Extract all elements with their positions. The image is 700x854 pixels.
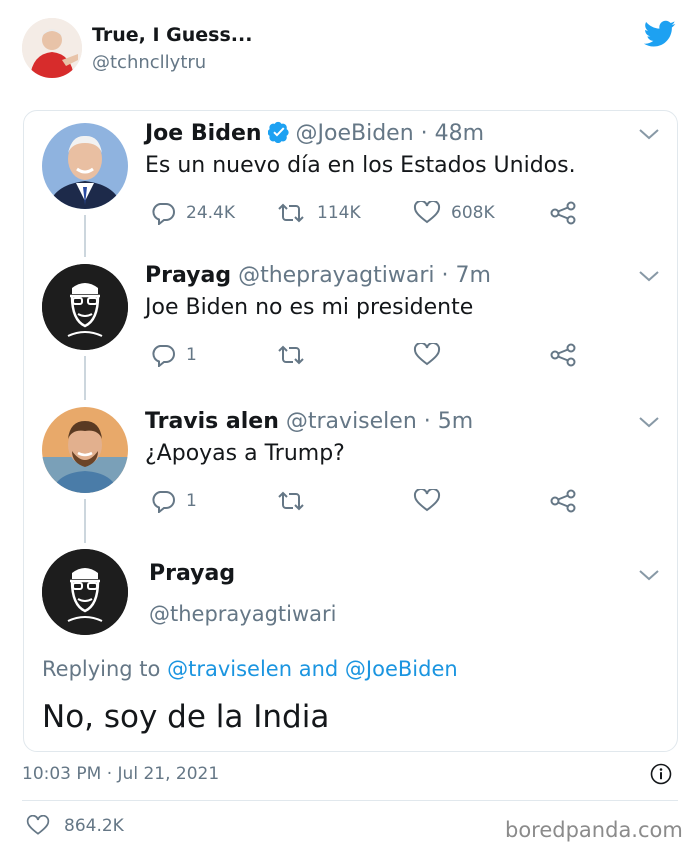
like-button[interactable]: 608K (413, 201, 495, 225)
reply-icon (152, 345, 175, 367)
share-button[interactable] (549, 201, 587, 225)
share-icon (550, 201, 576, 225)
divider (22, 800, 678, 801)
chevron-down-icon[interactable] (638, 568, 660, 582)
thread-connector (84, 356, 86, 400)
display-name[interactable]: Prayag (145, 263, 231, 288)
tweet-actions: 1 (145, 489, 585, 517)
verified-badge-icon (267, 121, 290, 149)
tweet-header: Joe Biden @JoeBiden · 48m (145, 121, 484, 149)
outer-avatar[interactable] (22, 18, 82, 78)
share-icon (550, 343, 576, 367)
heart-icon (413, 201, 441, 224)
info-icon[interactable] (650, 763, 672, 785)
reply-button[interactable]: 1 (150, 343, 197, 367)
retweet-button[interactable] (275, 343, 317, 367)
avatar[interactable] (42, 123, 128, 209)
tweet-actions: 24.4K 114K 608K (145, 201, 585, 229)
reply-button[interactable]: 1 (150, 489, 197, 513)
like-count: 864.2K (64, 816, 124, 836)
heart-icon (413, 343, 441, 366)
retweet-icon (278, 491, 304, 511)
retweet-icon (278, 345, 304, 365)
avatar[interactable] (42, 407, 128, 493)
reply-icon (152, 203, 175, 225)
reply-count: 1 (186, 491, 197, 511)
retweet-count: 114K (317, 203, 361, 223)
heart-icon (413, 489, 441, 512)
avatar[interactable] (42, 264, 128, 350)
replying-to: Replying to @traviselen and @JoeBiden (42, 657, 458, 681)
heart-icon (26, 815, 50, 835)
thread-tweet[interactable]: Joe Biden @JoeBiden · 48m Es un nuevo día… (24, 111, 677, 257)
share-button[interactable] (549, 489, 587, 513)
tweet-text: Es un nuevo día en los Estados Unidos. (145, 153, 576, 178)
chevron-down-icon[interactable] (638, 415, 660, 429)
like-button[interactable] (413, 489, 451, 513)
replying-prefix: Replying to (42, 657, 161, 681)
retweet-icon (278, 203, 304, 223)
display-name[interactable]: Joe Biden (145, 121, 262, 146)
retweet-button[interactable]: 114K (275, 201, 361, 225)
outer-display-name[interactable]: True, I Guess... (92, 24, 252, 46)
reply-count: 1 (186, 345, 197, 365)
chevron-down-icon[interactable] (638, 127, 660, 141)
thread-connector (84, 499, 86, 543)
reply-button[interactable]: 24.4K (150, 201, 235, 225)
outer-handle[interactable]: @tchncllytru (92, 52, 206, 73)
handle-and-time[interactable]: @theprayagtiwari · 7m (238, 263, 491, 288)
replying-and: and (298, 657, 339, 681)
retweet-button[interactable] (275, 489, 317, 513)
likes-button[interactable]: 864.2K (26, 815, 124, 837)
main-tweet-text: No, soy de la India (42, 699, 330, 735)
share-button[interactable] (549, 343, 587, 367)
tweet-header: Travis alen @traviselen · 5m (145, 409, 473, 434)
tweet-actions: 1 (145, 343, 585, 371)
twitter-bird-icon[interactable] (643, 20, 676, 48)
like-count: 608K (451, 203, 495, 223)
thread-tweet[interactable]: Travis alen @traviselen · 5m ¿Apoyas a T… (24, 396, 677, 543)
share-icon (550, 489, 576, 513)
main-tweet-handle[interactable]: @theprayagtiwari (149, 602, 337, 626)
watermark: boredpanda.com (505, 818, 683, 842)
mention-link[interactable]: @traviselen (167, 657, 292, 681)
mention-link[interactable]: @JoeBiden (345, 657, 458, 681)
tweet-text: Joe Biden no es mi presidente (145, 295, 474, 320)
main-tweet-display-name[interactable]: Prayag (149, 561, 235, 586)
reply-count: 24.4K (186, 203, 235, 223)
tweet-text: ¿Apoyas a Trump? (145, 441, 345, 466)
handle-and-time[interactable]: @traviselen · 5m (286, 409, 473, 434)
handle-and-time[interactable]: @JoeBiden · 48m (296, 121, 485, 146)
chevron-down-icon[interactable] (638, 269, 660, 283)
like-button[interactable] (413, 343, 451, 367)
tweet-timestamp[interactable]: 10:03 PM · Jul 21, 2021 (22, 764, 219, 784)
outer-tweet-header: True, I Guess... @tchncllytru (0, 0, 700, 100)
thread-tweet[interactable]: Prayag @theprayagtiwari · 7m Joe Biden n… (24, 251, 677, 400)
main-tweet-avatar[interactable] (42, 549, 128, 635)
display-name[interactable]: Travis alen (145, 409, 279, 434)
reply-icon (152, 491, 175, 513)
tweet-header: Prayag @theprayagtiwari · 7m (145, 263, 491, 288)
thread-card: Joe Biden @JoeBiden · 48m Es un nuevo día… (23, 110, 678, 752)
